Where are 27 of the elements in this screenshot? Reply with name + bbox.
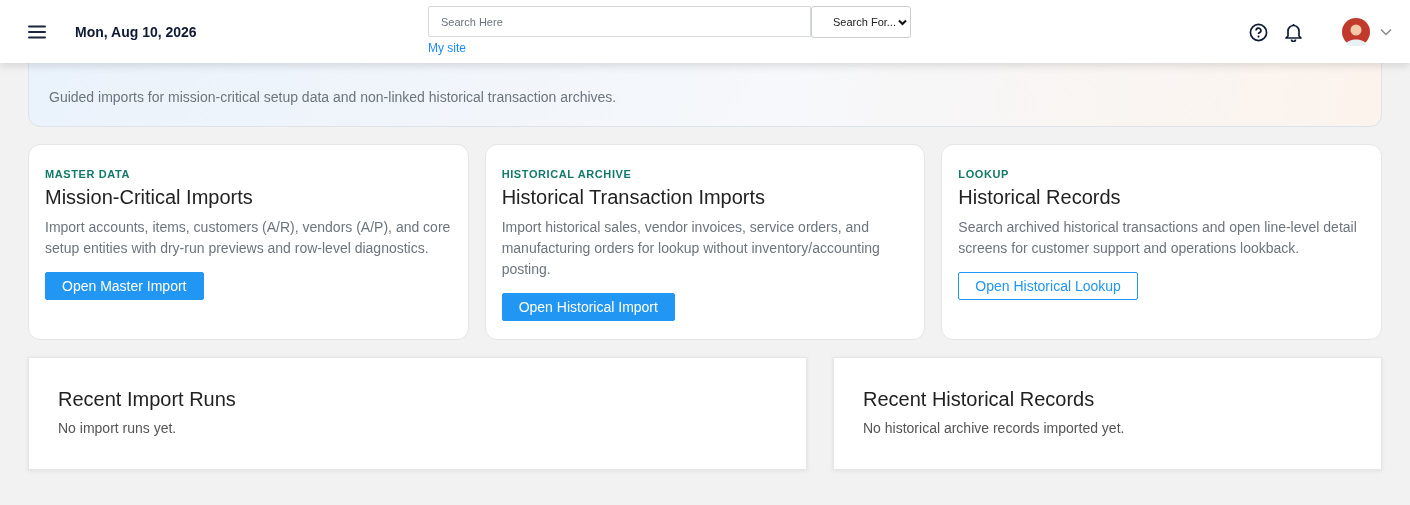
card-title: Historical Transaction Imports [501,186,766,209]
search-scope-select[interactable]: Search For... [811,6,911,38]
chevron-down-icon[interactable] [1380,28,1392,36]
panel-title: Recent Import Runs [58,388,237,411]
card-description: Import historical sales, vendor invoices, service orders, and manufacturing orders for lookup without inventory/accounting posting. [501,218,881,279]
card-title: Mission-Critical Imports [45,186,253,209]
panel-title: Recent Historical Records [863,388,1096,411]
page-subtitle: Guided imports for mission-critical setup data and non-linked historical transaction archives. [49,89,618,105]
user-avatar[interactable] [1342,18,1370,46]
empty-message: No import runs yet. [58,420,178,436]
card-eyebrow: HISTORICAL ARCHIVE [501,168,632,180]
card-description: Import accounts, items, customers (A/R), vendors (A/P), and core setup entities with dry-run previews and row-level diagnostics. [45,218,452,258]
search-field[interactable]: Search Here [428,6,811,37]
card-description: Search archived historical transactions and open line-level detail screens for customer support and operations lookback. [958,218,1358,258]
card-eyebrow: MASTER DATA [45,168,131,180]
menu-icon[interactable] [28,25,46,39]
empty-message: No historical archive records imported yet. [863,420,1126,436]
current-date: Mon, Aug 10, 2026 [75,24,198,40]
card-title: Historical Records [958,186,1121,209]
chevron-down-icon [898,18,907,26]
card-eyebrow: LOOKUP [958,168,1009,180]
my-site-link[interactable]: My site [428,41,911,55]
card-button[interactable]: Open Historical Lookup [958,272,1138,300]
card-button[interactable]: Open Historical Import [501,293,675,321]
help-icon[interactable] [1249,22,1268,42]
notification-bell-icon[interactable] [1285,22,1302,42]
card-button[interactable]: Open Master Import [45,272,204,300]
